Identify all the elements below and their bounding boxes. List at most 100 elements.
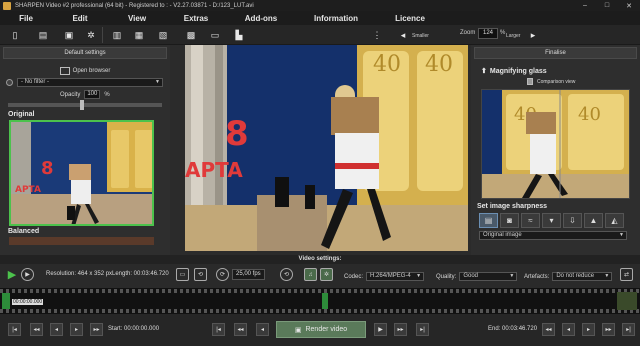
sharpness-mountain-icon[interactable]: ◭ <box>605 213 624 228</box>
sharpness-photo-icon[interactable]: ◙ <box>500 213 519 228</box>
video-preview[interactable]: 40 40 8 APTA <box>185 45 468 251</box>
end-step-forward-fast-icon[interactable]: ▸▸ <box>602 323 615 336</box>
step-forward-icon[interactable]: ▸ <box>70 323 83 336</box>
left-panel: Default settings Open browser - No filte… <box>0 45 170 255</box>
opacity-slider-knob[interactable] <box>80 100 84 110</box>
timeline[interactable]: 00:00:00.000 <box>0 288 640 314</box>
sharpness-landscape-icon[interactable]: ▲ <box>584 213 603 228</box>
opacity-input[interactable]: 100 <box>84 90 101 99</box>
timeline-end-thumb[interactable] <box>617 292 637 310</box>
resolution-text: Resolution: 464 x 352 px <box>46 271 113 277</box>
menu-view[interactable]: View <box>108 14 166 23</box>
sharpness-select[interactable]: Original image ▼ <box>479 231 627 240</box>
end-step-back-icon[interactable]: ◂ <box>562 323 575 336</box>
default-settings-button[interactable]: Default settings <box>3 47 167 59</box>
codec-select[interactable]: H.264/MPEG-4 ▼ <box>366 272 425 281</box>
zoom-input[interactable]: 124 <box>478 28 498 39</box>
opacity-label: Opacity <box>60 91 81 98</box>
filter-radio[interactable] <box>6 79 13 86</box>
play-icon[interactable]: ▶ <box>6 269 18 281</box>
menu-addons[interactable]: Add-ons <box>226 14 296 23</box>
film-icon[interactable]: ▥ <box>110 28 124 42</box>
settings-icon[interactable]: ✲ <box>320 268 333 281</box>
step-back-fast-icon[interactable]: ◂◂ <box>30 323 43 336</box>
sharpness-down-icon[interactable]: ⇩ <box>563 213 582 228</box>
fast-forward-icon[interactable]: ▸▸ <box>394 323 407 336</box>
larger-label: Larger <box>506 33 521 39</box>
open-browser-button[interactable]: Open browser <box>0 67 170 75</box>
comparison-view-checkbox[interactable] <box>527 78 533 85</box>
fps-field[interactable]: 25,00 fps <box>232 269 265 280</box>
jump-end-icon[interactable]: ▸| <box>416 323 429 336</box>
sharpness-select-value: Original image <box>483 232 522 238</box>
quality-select[interactable]: Good ▼ <box>459 272 518 281</box>
arrow-icon[interactable]: ⋮ <box>370 28 384 42</box>
video-settings-label: Video settings <box>298 256 340 262</box>
zoom-in-icon[interactable]: ▸ <box>526 28 540 42</box>
aspect-icon[interactable]: ▭ <box>176 268 189 281</box>
right-panel: Finalise ⬆ Magnifying glass Comparison v… <box>471 45 640 255</box>
end-step-back-fast-icon[interactable]: ◂◂ <box>542 323 555 336</box>
menu-edit[interactable]: Edit <box>52 14 108 23</box>
rotate-icon[interactable]: ⟲ <box>280 268 293 281</box>
compare-icon[interactable]: ▦ <box>132 28 146 42</box>
opacity-slider[interactable] <box>8 100 162 110</box>
play-circle-icon[interactable]: ▶ <box>21 268 34 281</box>
balanced-label: Balanced <box>8 228 40 235</box>
zoom-out-icon[interactable]: ◂ <box>396 28 410 42</box>
minimize-button[interactable]: – <box>574 2 596 9</box>
original-label: Original <box>8 111 35 118</box>
save-icon[interactable]: ▣ <box>62 28 76 42</box>
fps-icon[interactable]: ⟳ <box>216 268 229 281</box>
browser-icon <box>59 67 70 75</box>
histogram-icon[interactable]: ▙ <box>232 28 246 42</box>
app-icon <box>3 1 11 10</box>
artefacts-select[interactable]: Do not reduce ▼ <box>552 272 613 281</box>
export-icon[interactable]: ▭ <box>208 28 222 42</box>
end-step-forward-icon[interactable]: ▸ <box>582 323 595 336</box>
viewer-number-1: 40 <box>373 52 401 77</box>
audio-icon[interactable]: ♫ <box>304 268 317 281</box>
viewer-sign-text: APTA <box>185 158 243 182</box>
go-start-icon[interactable]: |◂ <box>8 323 21 336</box>
comparison-view-toggle[interactable]: Comparison view <box>527 78 640 85</box>
timeline-start-marker[interactable] <box>2 293 10 309</box>
filter-select[interactable]: - No filter - ▼ <box>17 78 163 87</box>
clip-icon[interactable]: ▧ <box>156 28 170 42</box>
sharpness-original-icon[interactable]: ▤ <box>479 213 498 228</box>
sharpness-wave-icon[interactable]: ≈ <box>521 213 540 228</box>
render-video-button[interactable]: ▣ Render video <box>276 321 366 338</box>
chevron-down-icon: ▼ <box>416 273 422 279</box>
menu-extras[interactable]: Extras <box>166 14 226 23</box>
start-time: Start: 00:00:00.000 <box>108 326 160 332</box>
menu-licence[interactable]: Licence <box>376 14 444 23</box>
maximize-button[interactable]: □ <box>596 2 618 9</box>
step-forward-fast-icon[interactable]: ▸▸ <box>90 323 103 336</box>
export-settings-icon[interactable]: ⇄ <box>620 268 633 281</box>
crop-icon[interactable]: ⟲ <box>194 268 207 281</box>
close-button[interactable]: ✕ <box>618 2 640 10</box>
svg-text:8: 8 <box>41 158 54 179</box>
balanced-thumbnail[interactable] <box>9 237 154 245</box>
step-back-icon[interactable]: ◂ <box>50 323 63 336</box>
timeline-playhead[interactable] <box>322 293 328 309</box>
magnifier-preview[interactable]: 40 40 <box>481 89 630 199</box>
menu-information[interactable]: Information <box>296 14 376 23</box>
forward-icon[interactable]: ▶ <box>374 323 387 336</box>
finalise-button[interactable]: Finalise <box>474 47 637 59</box>
screenshot-icon[interactable]: ▩ <box>184 28 198 42</box>
open-icon[interactable]: ▤ <box>36 28 50 42</box>
menu-file[interactable]: File <box>0 14 52 23</box>
go-end-icon[interactable]: ▸| <box>622 323 635 336</box>
new-icon[interactable]: ▯ <box>8 28 22 42</box>
jump-start-icon[interactable]: |◂ <box>212 323 225 336</box>
menu-bar: File Edit View Extras Add-ons Informatio… <box>0 11 640 25</box>
video-settings-header[interactable]: Video settings: <box>0 255 640 264</box>
rewind-icon[interactable]: ◂◂ <box>234 323 247 336</box>
window-title: SHARPEN Video #2 professional (64 bit) -… <box>15 2 254 9</box>
back-icon[interactable]: ◂ <box>256 323 269 336</box>
original-thumbnail[interactable]: 8 APTA <box>9 120 154 226</box>
settings-icon[interactable]: ✲ <box>84 28 98 42</box>
toolbar: ▯ ▤ ▣ ✲ ▥ ▦ ▧ ▩ ▭ ▙ ⋮ ◂ Smaller Zoom 124… <box>0 25 640 45</box>
sharpness-drop-icon[interactable]: ▾ <box>542 213 561 228</box>
